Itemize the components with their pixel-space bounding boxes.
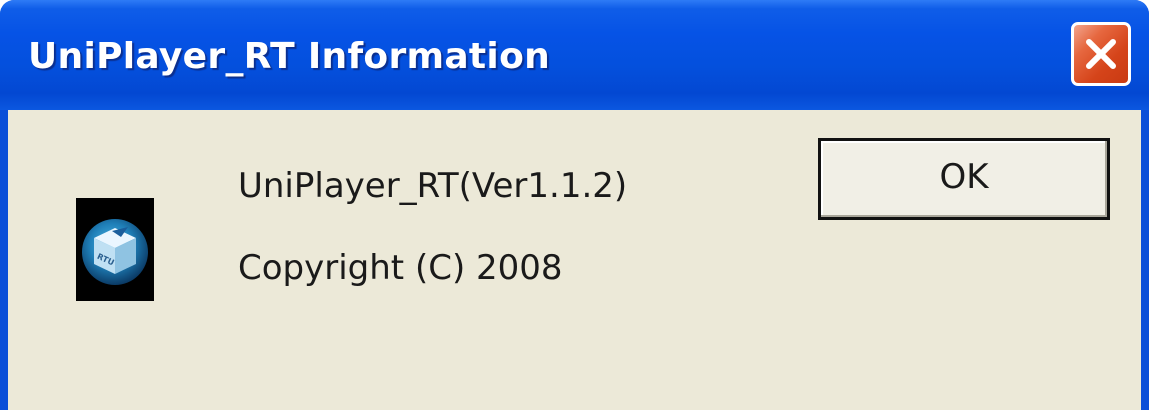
dialog-body: RTU UniPlayer_RT(Ver1.1.2) Copyright (C)… <box>8 110 1141 410</box>
copyright-label: Copyright (C) 2008 <box>238 248 563 288</box>
ok-button[interactable]: OK <box>818 138 1110 220</box>
window-title: UniPlayer_RT Information <box>28 36 551 77</box>
close-button[interactable] <box>1071 22 1131 86</box>
information-dialog: UniPlayer_RT Information RTU UniPlayer_R… <box>0 0 1149 410</box>
version-label: UniPlayer_RT(Ver1.1.2) <box>238 166 628 206</box>
uniplayer-cube-icon: RTU <box>76 198 154 301</box>
close-icon <box>1086 39 1116 69</box>
title-bar[interactable]: UniPlayer_RT Information <box>0 0 1149 110</box>
